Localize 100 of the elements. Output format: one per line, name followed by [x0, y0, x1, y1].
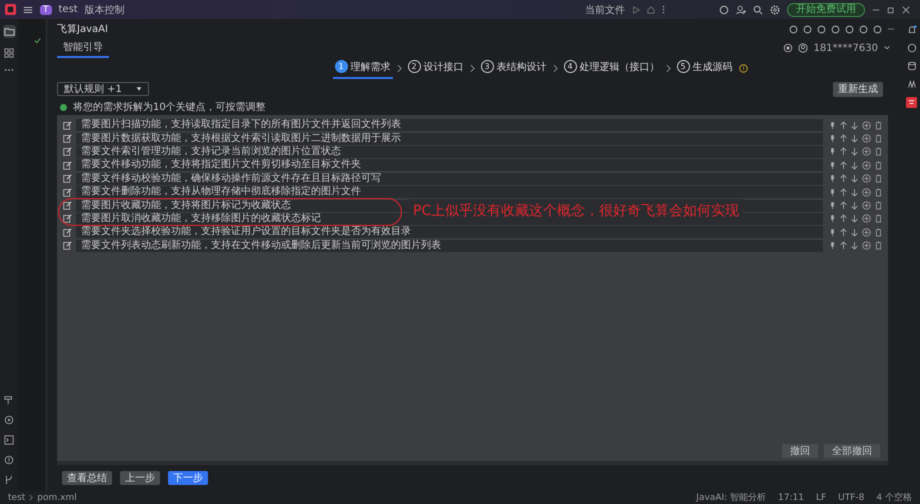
microphone-icon[interactable] [829, 228, 836, 237]
step-tab[interactable]: 2 设计接口 [406, 58, 466, 78]
requirement-field[interactable]: 需要文件删除功能，支持从物理存储中彻底移除指定的图片文件 [76, 186, 365, 198]
arrow-up-icon[interactable] [840, 134, 847, 144]
step-tab[interactable]: 4 处理逻辑（接口） [562, 58, 662, 78]
microphone-icon[interactable] [829, 188, 836, 197]
microphone-icon[interactable] [829, 120, 836, 130]
arrow-up-icon[interactable] [840, 241, 847, 250]
add-icon[interactable] [862, 160, 871, 170]
trash-icon[interactable] [875, 188, 882, 197]
arrow-up-icon[interactable] [840, 201, 847, 210]
database-icon[interactable] [906, 61, 916, 71]
arrow-up-icon[interactable] [840, 214, 847, 224]
add-icon[interactable] [862, 134, 871, 144]
microphone-icon[interactable] [829, 160, 836, 170]
maven-icon[interactable] [906, 79, 916, 89]
microphone-icon[interactable] [829, 214, 836, 224]
close-icon[interactable] [902, 6, 910, 14]
target-icon[interactable] [783, 43, 794, 53]
add-icon[interactable] [862, 120, 871, 130]
breadcrumb-item[interactable]: pom.xml [37, 492, 77, 502]
arrow-down-icon[interactable] [851, 160, 858, 170]
requirement-field[interactable]: 需要文件夹选择校验功能，支持验证用户设置的目标文件夹是否为有效目录 [76, 226, 415, 238]
requirement-field[interactable]: 需要图片取消收藏功能，支持移除图片的收藏状态标记 [76, 212, 325, 225]
search-icon[interactable] [753, 4, 763, 14]
arrow-down-icon[interactable] [851, 188, 858, 197]
requirement-field[interactable]: 需要图片扫描功能，支持读取指定目录下的所有图片文件并返回文件列表 [76, 119, 405, 132]
trash-icon[interactable] [875, 214, 882, 224]
restore-icon[interactable] [887, 6, 895, 14]
terminal-icon[interactable] [4, 435, 14, 445]
requirement-field[interactable]: 需要文件索引管理功能，支持记录当前浏览的图片位置状态 [76, 146, 345, 158]
add-icon[interactable] [862, 188, 871, 197]
add-user-icon[interactable] [736, 4, 746, 14]
requirement-field[interactable]: 需要图片数据获取功能，支持根据文件索引读取图片二进制数据用于展示 [76, 132, 405, 145]
requirement-field[interactable]: 需要文件移动功能，支持将指定图片文件剪切移动至目标文件夹 [76, 159, 365, 172]
project-name[interactable]: test [58, 4, 78, 15]
add-icon[interactable] [862, 241, 871, 250]
microphone-icon[interactable] [829, 174, 836, 184]
trial-button[interactable]: 开始免费试用 [787, 2, 865, 16]
trash-icon[interactable] [875, 241, 882, 250]
services-icon[interactable] [4, 415, 14, 425]
menu-icon[interactable] [23, 4, 33, 14]
step-tab[interactable]: 1 理解需求 [332, 58, 392, 78]
run-config[interactable]: 当前文件 [585, 2, 625, 16]
arrow-up-icon[interactable] [840, 160, 847, 170]
rule-select[interactable]: 默认规则 +1 [57, 82, 149, 96]
trash-icon[interactable] [875, 147, 882, 156]
microphone-icon[interactable] [829, 201, 836, 210]
trash-icon[interactable] [875, 201, 882, 210]
more-icon[interactable] [662, 5, 665, 14]
undo-button[interactable]: 撤回 [782, 444, 818, 458]
status-item[interactable]: JavaAI: 智能分析 [696, 491, 766, 504]
add-icon[interactable] [862, 214, 871, 224]
requirement-field[interactable]: 需要文件移动校验功能，确保移动操作前源文件存在且目标路径可写 [76, 172, 385, 185]
app-logo-icon[interactable] [5, 4, 16, 15]
status-item[interactable]: 17:11 [778, 492, 804, 502]
problems-icon[interactable] [4, 455, 14, 465]
trash-icon[interactable] [875, 160, 882, 170]
footer-button[interactable]: 上一步 [120, 471, 160, 485]
microphone-icon[interactable] [829, 241, 836, 250]
trash-icon[interactable] [875, 228, 882, 237]
add-icon[interactable] [862, 228, 871, 237]
arrow-down-icon[interactable] [851, 214, 858, 224]
undo-all-button[interactable]: 全部撤回 [824, 444, 880, 458]
plugin-icon[interactable] [906, 97, 917, 108]
mode-tab[interactable]: 智能引导 [57, 38, 109, 58]
regenerate-button[interactable]: 重新生成 [833, 82, 883, 96]
add-icon[interactable] [862, 147, 871, 156]
step-tab[interactable]: 3 表结构设计 [478, 58, 548, 78]
footer-button[interactable]: 查看总结 [62, 471, 112, 485]
arrow-up-icon[interactable] [840, 174, 847, 184]
status-item[interactable]: 4 个空格 [876, 491, 912, 504]
user-account[interactable]: 181****7630 [813, 42, 878, 54]
arrow-up-icon[interactable] [840, 228, 847, 237]
breadcrumb-item[interactable]: test [8, 492, 26, 502]
requirement-field[interactable]: 需要文件列表动态刷新功能，支持在文件移动或删除后更新当前可浏览的图片列表 [76, 240, 445, 252]
step-tab[interactable]: 5 生成源码 [674, 58, 734, 78]
run-icon[interactable] [632, 6, 640, 14]
chevron-down-icon[interactable] [883, 44, 891, 52]
footer-button[interactable]: 下一步 [168, 471, 208, 485]
arrow-down-icon[interactable] [851, 201, 858, 210]
more-icon[interactable] [4, 68, 14, 72]
arrow-down-icon[interactable] [851, 147, 858, 156]
arrow-up-icon[interactable] [840, 147, 847, 156]
trash-icon[interactable] [875, 174, 882, 184]
trash-icon[interactable] [875, 134, 882, 144]
add-icon[interactable] [862, 201, 871, 210]
arrow-down-icon[interactable] [851, 120, 858, 130]
add-icon[interactable] [862, 174, 871, 184]
build-icon[interactable] [4, 395, 14, 405]
vcs-menu[interactable]: 版本控制 [84, 2, 125, 16]
arrow-up-icon[interactable] [840, 120, 847, 130]
arrow-down-icon[interactable] [851, 241, 858, 250]
structure-icon[interactable] [4, 48, 14, 58]
microphone-icon[interactable] [829, 134, 836, 144]
trash-icon[interactable] [875, 120, 882, 130]
arrow-down-icon[interactable] [851, 228, 858, 237]
microphone-icon[interactable] [829, 147, 836, 156]
notification-icon[interactable] [906, 25, 916, 35]
requirement-field[interactable]: 需要图片收藏功能，支持将图片标记为收藏状态 [76, 200, 295, 212]
